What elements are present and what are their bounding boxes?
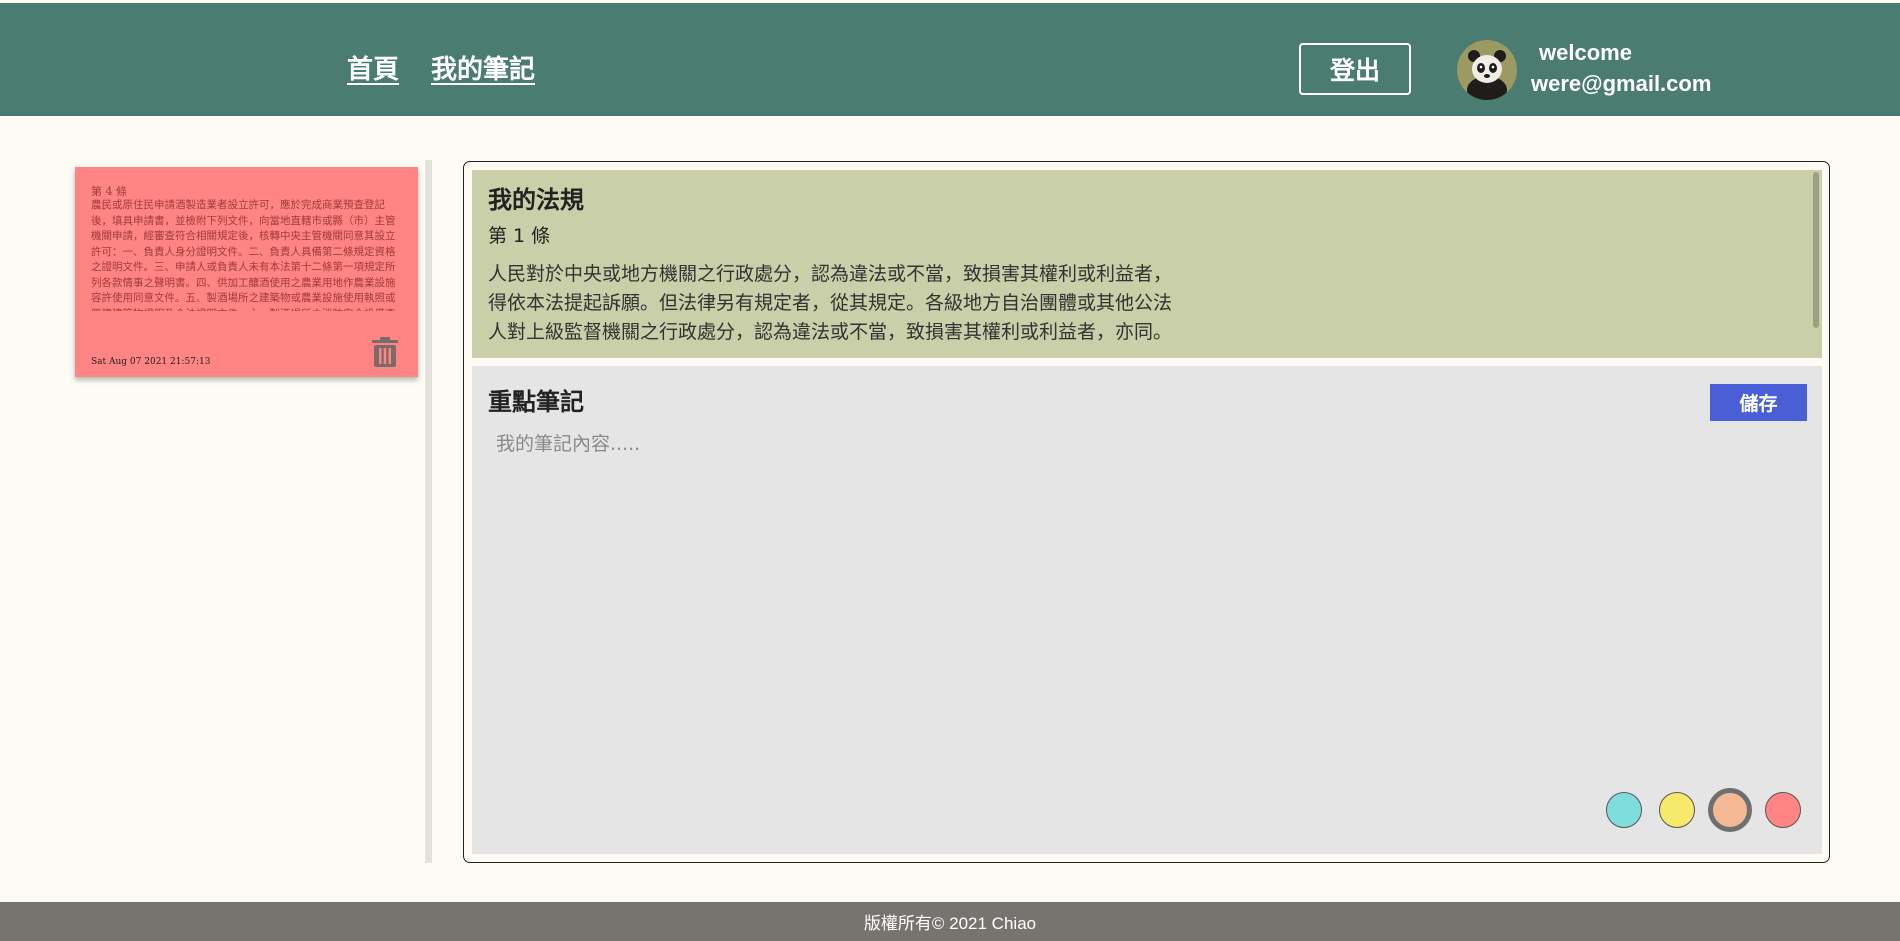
- header: 首頁 我的筆記 登出 welcome were@gmail.com: [0, 3, 1900, 116]
- note-card[interactable]: 第 4 條 農民或原住民申請酒製造業者設立許可，應於完成商業預查登記後，填具申請…: [75, 167, 418, 377]
- notes-input[interactable]: [496, 429, 1756, 759]
- notes-box: 重點筆記 儲存: [472, 366, 1822, 854]
- law-box: 我的法規 第 1 條 人民對於中央或地方機關之行政處分，認為違法或不當，致損害其…: [472, 170, 1822, 358]
- color-red[interactable]: [1765, 792, 1801, 828]
- logout-button[interactable]: 登出: [1299, 43, 1411, 95]
- law-text: 人民對於中央或地方機關之行政處分，認為違法或不當，致損害其權利或利益者，得依本法…: [488, 263, 1173, 343]
- avatar: [1457, 40, 1517, 100]
- user-email: were@gmail.com: [1531, 71, 1712, 96]
- footer-copyright: 版權所有© 2021 Chiao: [863, 914, 1037, 933]
- trash-icon[interactable]: [372, 337, 398, 367]
- welcome-text: welcome: [1539, 40, 1632, 65]
- footer: 版權所有© 2021 Chiao: [0, 902, 1900, 941]
- sidebar-divider: [425, 160, 432, 863]
- law-article-number: 第 1 條: [488, 225, 551, 247]
- panda-avatar-icon: [1457, 40, 1517, 100]
- nav-my-notes-link[interactable]: 我的筆記: [431, 49, 535, 86]
- save-button[interactable]: 儲存: [1710, 384, 1807, 421]
- color-cyan[interactable]: [1606, 792, 1642, 828]
- note-card-date: Sat Aug 07 2021 21:57:13: [91, 357, 211, 367]
- law-heading: 我的法規: [488, 186, 584, 214]
- notes-heading: 重點筆記: [488, 388, 584, 416]
- color-peach[interactable]: [1708, 788, 1752, 832]
- nav-home-link[interactable]: 首頁: [347, 49, 399, 86]
- note-card-title: 第 4 條: [91, 185, 127, 198]
- note-card-body: 農民或原住民申請酒製造業者設立許可，應於完成商業預查登記後，填具申請書，並檢附下…: [91, 199, 396, 311]
- law-scrollbar[interactable]: [1813, 172, 1819, 328]
- main-panel: 我的法規 第 1 條 人民對於中央或地方機關之行政處分，認為違法或不當，致損害其…: [463, 161, 1830, 863]
- color-yellow[interactable]: [1659, 792, 1695, 828]
